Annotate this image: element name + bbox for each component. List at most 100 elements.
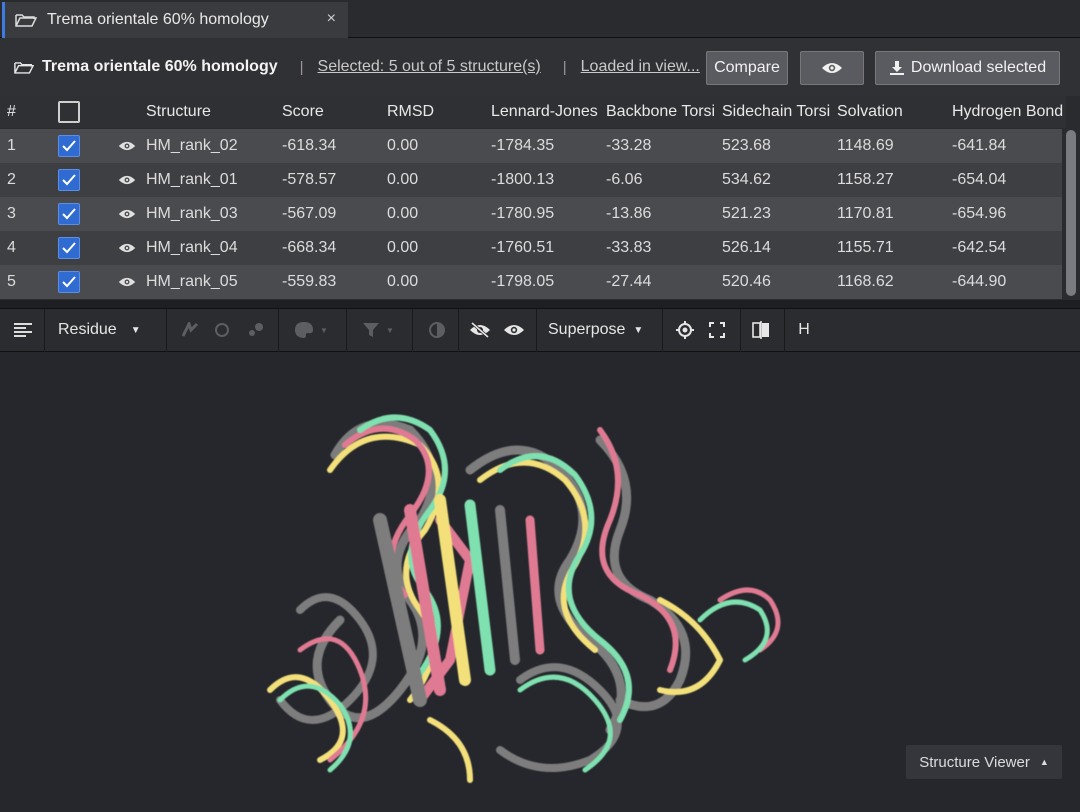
checkmark-icon [58, 169, 80, 191]
table-cell-name: HM_rank_03 [146, 205, 238, 222]
contrast-button[interactable] [426, 308, 448, 352]
ball-stick-style-button[interactable] [244, 308, 268, 352]
split-view-button[interactable] [750, 308, 772, 352]
table-cell-name: HM_rank_02 [146, 137, 238, 154]
table-cell-name: HM_rank_05 [146, 273, 238, 290]
table-cell-sc: 523.68 [722, 137, 771, 154]
show-button[interactable] [502, 308, 526, 352]
hide-button[interactable] [468, 308, 492, 352]
cartoon-style-button[interactable] [178, 308, 202, 352]
structure-viewer-canvas[interactable] [0, 352, 1080, 812]
filter-dropdown[interactable]: ▼ [358, 308, 398, 352]
table-cell-solv: 1148.69 [837, 137, 894, 154]
table-cell-num: 3 [7, 205, 16, 222]
compare-button[interactable]: Compare [706, 51, 788, 85]
ribbon-icon [181, 322, 199, 337]
selected-count-link[interactable]: Selected: 5 out of 5 structure(s) [318, 58, 541, 76]
select-all-checkbox[interactable] [58, 96, 80, 128]
table-cell-rmsd: 0.00 [387, 171, 419, 188]
table-row[interactable]: 4 HM_rank_04 -668.34 0.00 -1760.51 -33.83 526.… [0, 231, 1062, 265]
table-cell-solv: 1158.27 [837, 171, 894, 188]
eye-icon [118, 141, 136, 151]
row-visibility-toggle[interactable] [118, 129, 136, 163]
close-icon[interactable]: × [327, 10, 336, 28]
row-visibility-toggle[interactable] [118, 163, 136, 197]
eye-icon [504, 325, 524, 335]
table-row[interactable]: 1 HM_rank_02 -618.34 0.00 -1784.35 -33.28 523.… [0, 129, 1062, 163]
row-select-checkbox[interactable] [58, 231, 80, 265]
eye-off-icon [470, 322, 490, 338]
table-cell-solv: 1168.62 [837, 273, 894, 290]
table-cell-hb: -654.04 [952, 171, 1007, 188]
tab-trema-orientale[interactable]: Trema orientale 60% homology × [2, 2, 348, 38]
eye-icon [118, 175, 136, 185]
menu-lines-icon [14, 323, 32, 337]
superpose-dropdown[interactable]: Superpose ▼ [548, 308, 654, 352]
color-palette-dropdown[interactable]: ▼ [288, 308, 334, 352]
table-cell-lj: -1760.51 [491, 239, 555, 256]
caret-down-icon: ▼ [320, 325, 328, 335]
table-cell-num: 5 [7, 273, 16, 290]
table-cell-sc: 521.23 [722, 205, 771, 222]
table-cell-score: -578.57 [282, 171, 337, 188]
row-visibility-toggle[interactable] [118, 231, 136, 265]
col-header-structure[interactable]: Structure [146, 96, 211, 128]
fullscreen-button[interactable] [706, 308, 728, 352]
table-cell-hb: -642.54 [952, 239, 1007, 256]
contrast-icon [429, 322, 445, 338]
visibility-button[interactable] [800, 51, 864, 85]
row-select-checkbox[interactable] [58, 129, 80, 163]
col-header-score[interactable]: Score [282, 96, 324, 128]
col-header-lennard-jones[interactable]: Lennard-Jones [491, 96, 603, 128]
table-cell-rmsd: 0.00 [387, 137, 419, 154]
tab-bar: Trema orientale 60% homology × [0, 0, 1080, 38]
table-header: # Structure Score RMSD Lennard-Jones Bac… [0, 96, 1066, 128]
surface-icon [215, 323, 229, 337]
table-cell-name: HM_rank_04 [146, 239, 238, 256]
header-title-text: Trema orientale 60% homology [42, 58, 278, 75]
download-selected-button[interactable]: Download selected [875, 51, 1060, 85]
surface-style-button[interactable] [210, 308, 234, 352]
row-visibility-toggle[interactable] [118, 265, 136, 299]
crosshair-icon [676, 321, 694, 339]
row-select-checkbox[interactable] [58, 265, 80, 299]
structure-viewer-dropdown[interactable]: Structure Viewer ▲ [906, 745, 1062, 779]
hydrogen-toggle-button[interactable]: H [796, 308, 812, 352]
table-cell-score: -668.34 [282, 239, 337, 256]
download-icon [889, 61, 904, 75]
col-header-sidechain-torsion[interactable]: Sidechain Torsi [722, 96, 834, 128]
results-header: Trema orientale 60% homology | Selected:… [0, 38, 1080, 96]
col-header-solvation[interactable]: Solvation [837, 96, 903, 128]
caret-down-icon: ▼ [130, 324, 141, 336]
separator: | [562, 58, 567, 76]
center-focus-button[interactable] [674, 308, 696, 352]
atoms-icon [249, 323, 263, 336]
residue-dropdown[interactable]: Residue ▼ [58, 308, 154, 352]
list-menu-button[interactable] [12, 308, 34, 352]
table-row[interactable]: 3 HM_rank_03 -567.09 0.00 -1780.95 -13.86 521.… [0, 197, 1062, 231]
superpose-label: Superpose [548, 321, 626, 338]
table-cell-rmsd: 0.00 [387, 239, 419, 256]
col-header-rmsd[interactable]: RMSD [387, 96, 434, 128]
caret-down-icon: ▼ [386, 325, 394, 335]
table-cell-sc: 534.62 [722, 171, 771, 188]
table-row[interactable]: 2 HM_rank_01 -578.57 0.00 -1800.13 -6.06 534.6… [0, 163, 1062, 197]
col-header-index: # [7, 103, 16, 120]
row-select-checkbox[interactable] [58, 197, 80, 231]
table-row[interactable]: 5 HM_rank_05 -559.83 0.00 -1798.05 -27.44 520.… [0, 265, 1062, 299]
checkmark-icon [58, 237, 80, 259]
col-header-backbone-torsion[interactable]: Backbone Torsi [606, 96, 718, 128]
table-cell-lj: -1784.35 [491, 137, 555, 154]
col-header-hydrogen-bond[interactable]: Hydrogen Bond [952, 96, 1064, 128]
eye-icon [118, 209, 136, 219]
filter-icon [363, 323, 380, 337]
table-scrollbar[interactable] [1066, 130, 1076, 296]
structure-viewer-label: Structure Viewer [919, 753, 1030, 771]
loaded-in-viewer-link[interactable]: Loaded in view... [581, 58, 700, 76]
table-cell-num: 4 [7, 239, 16, 256]
row-visibility-toggle[interactable] [118, 197, 136, 231]
table-cell-num: 1 [7, 137, 16, 154]
table-cell-solv: 1170.81 [837, 205, 894, 222]
row-select-checkbox[interactable] [58, 163, 80, 197]
table-cell-sc: 520.46 [722, 273, 771, 290]
